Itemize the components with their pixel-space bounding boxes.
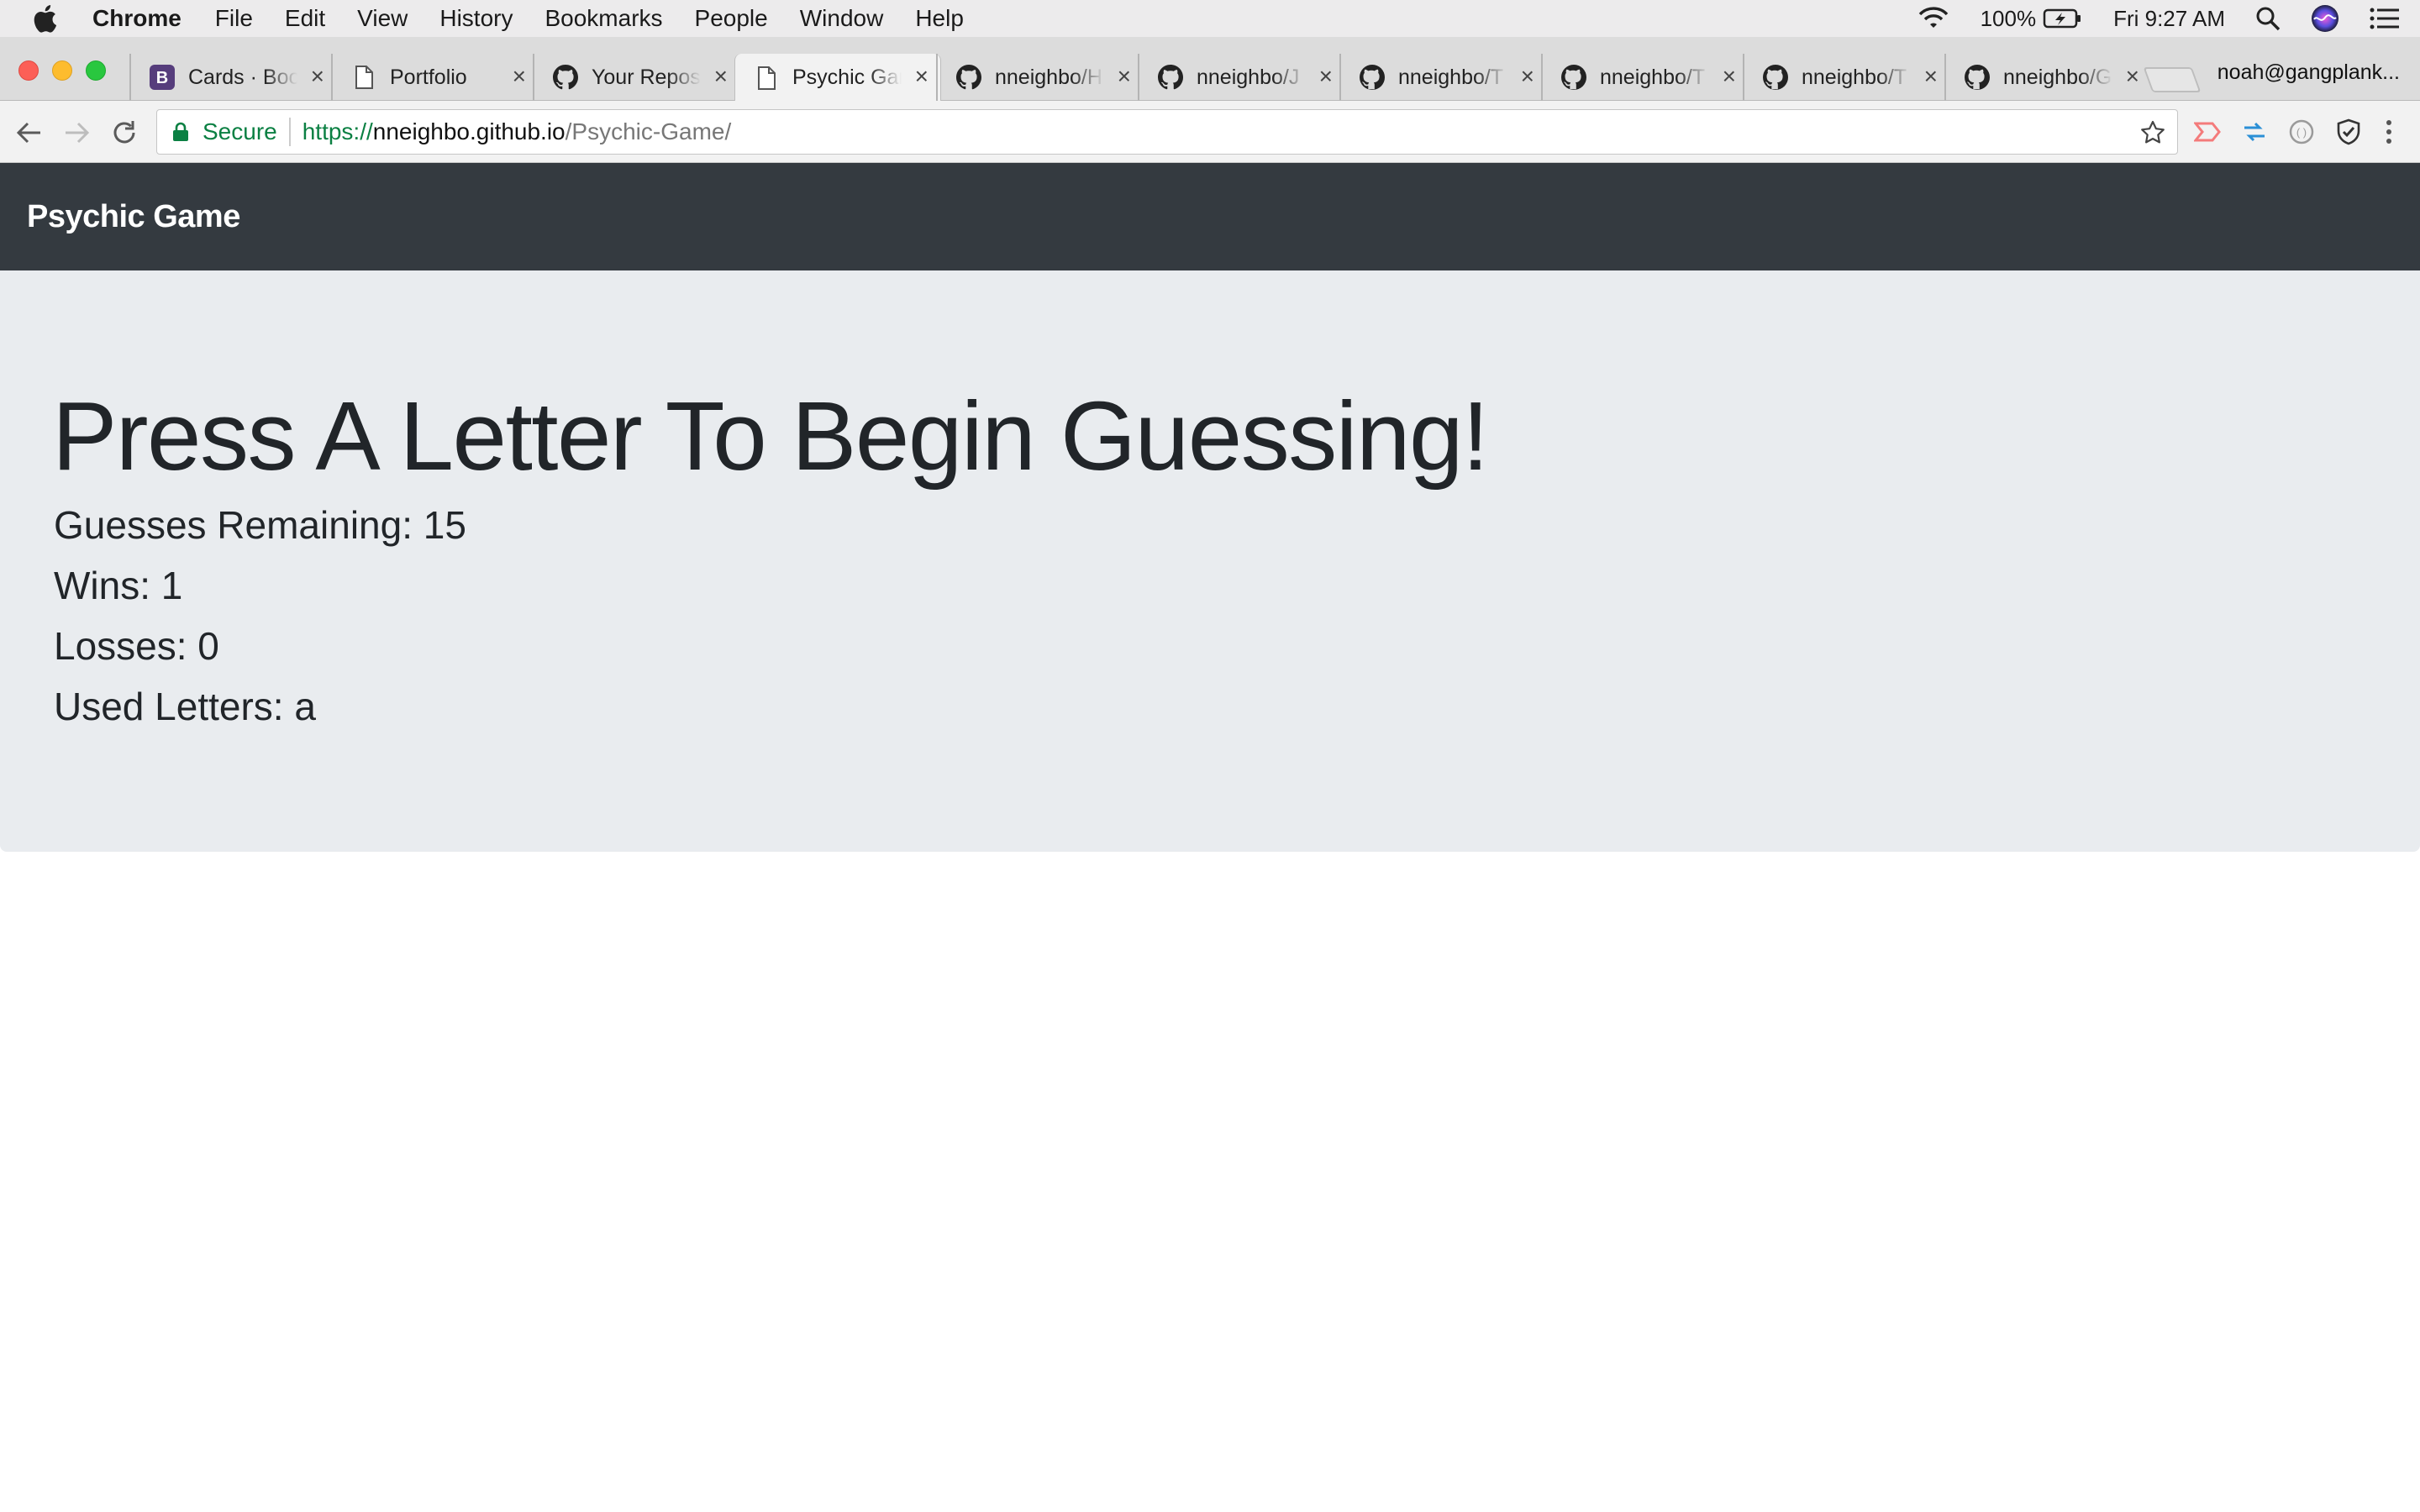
tab-close-icon[interactable]: × (1723, 64, 1736, 89)
omnibox-divider (288, 118, 291, 146)
menu-help[interactable]: Help (915, 5, 964, 32)
menu-window[interactable]: Window (800, 5, 884, 32)
tab-cards-bootstrap[interactable]: B Cards · Boo × (129, 54, 336, 101)
back-arrow-icon[interactable] (13, 118, 44, 148)
extension-shield-icon[interactable] (2334, 118, 2363, 146)
menu-clock[interactable]: Fri 9:27 AM (2113, 6, 2225, 32)
tab-psychic-game-active[interactable]: Psychic Gar × (734, 54, 941, 102)
extension-circle-icon[interactable]: ( ) (2287, 118, 2316, 146)
github-icon (1158, 65, 1183, 90)
profile-button[interactable]: noah@gangplank... (2217, 60, 2400, 85)
tab-title: nneighbo/H (995, 65, 1102, 89)
menu-app-chrome[interactable]: Chrome (92, 5, 182, 32)
forward-arrow-icon[interactable] (62, 118, 92, 148)
chrome-menu-icon[interactable] (2375, 118, 2403, 146)
tab-close-icon[interactable]: × (1924, 64, 1938, 89)
tab-close-icon[interactable]: × (915, 64, 929, 89)
page-icon (754, 66, 779, 91)
tab-close-icon[interactable]: × (1118, 64, 1131, 89)
tab-title: nneighbo/T (1802, 65, 1907, 89)
svg-text:B: B (156, 69, 168, 87)
tab-github-repo[interactable]: nneighbo/T × (1743, 54, 1949, 101)
menu-people[interactable]: People (695, 5, 768, 32)
secure-label[interactable]: Secure (203, 118, 277, 145)
menu-history[interactable]: History (439, 5, 513, 32)
tab-close-icon[interactable]: × (714, 64, 728, 89)
guesses-remaining-text: Guesses Remaining: 15 (54, 503, 466, 547)
window-controls (18, 60, 119, 81)
svg-text:( ): ( ) (2296, 126, 2307, 139)
tab-title: nneighbo/J (1197, 65, 1300, 89)
menu-file[interactable]: File (215, 5, 253, 32)
window-zoom-button[interactable] (86, 60, 106, 81)
bootstrap-icon: B (150, 65, 175, 90)
page-headline: Press A Letter To Begin Guessing! (52, 381, 1489, 491)
tab-github-repo[interactable]: nneighbo/G × (1944, 54, 2151, 101)
tab-close-icon[interactable]: × (513, 64, 526, 89)
tab-title: Cards · Boo (188, 65, 297, 89)
tab-strip: B Cards · Boo × Portfolio × Your Repos ×… (0, 37, 2420, 102)
tab-title: nneighbo/G (2003, 65, 2112, 89)
wins-text: Wins: 1 (54, 564, 183, 607)
macos-menu-bar: Chrome File Edit View History Bookmarks … (0, 0, 2420, 37)
browser-toolbar: Secure https:// nneighbo.github.io /Psyc… (0, 101, 2420, 163)
new-tab-button[interactable] (2143, 67, 2202, 92)
battery-percent: 100% (1980, 5, 2037, 31)
battery-icon[interactable] (2043, 8, 2083, 29)
tab-title: Portfolio (390, 65, 467, 89)
github-icon (553, 65, 578, 90)
tab-close-icon[interactable]: × (2126, 64, 2139, 89)
url-path: /Psychic-Game/ (565, 118, 732, 144)
tab-your-repos[interactable]: Your Repos × (533, 54, 739, 101)
github-icon (1965, 65, 1990, 90)
menu-bookmarks[interactable]: Bookmarks (544, 5, 662, 32)
tab-title: nneighbo/T (1398, 65, 1504, 89)
siri-icon[interactable] (2311, 4, 2339, 33)
menu-view[interactable]: View (357, 5, 408, 32)
tab-close-icon[interactable]: × (1521, 64, 1534, 89)
extension-cast-icon[interactable] (2193, 118, 2222, 146)
site-navbar: Psychic Game (0, 163, 2420, 270)
url-scheme: https:// (302, 118, 373, 144)
jumbotron: Press A Letter To Begin Guessing! Guesse… (0, 270, 2420, 852)
url-host: nneighbo.github.io (372, 118, 566, 144)
tab-title: Psychic Gar (792, 66, 902, 89)
notification-center-icon[interactable] (2370, 8, 2400, 29)
apple-icon[interactable] (32, 3, 60, 34)
tab-title: Your Repos (592, 65, 701, 89)
tab-github-repo[interactable]: nneighbo/J × (1138, 54, 1344, 101)
spotlight-icon[interactable] (2255, 6, 2281, 31)
tab-close-icon[interactable]: × (1319, 64, 1333, 89)
reload-icon[interactable] (109, 118, 139, 148)
github-icon (1763, 65, 1788, 90)
tab-close-icon[interactable]: × (311, 64, 324, 89)
tab-github-repo[interactable]: nneighbo/T × (1339, 54, 1546, 101)
menu-edit[interactable]: Edit (285, 5, 325, 32)
extension-sync-icon[interactable] (2240, 118, 2269, 146)
github-icon (1561, 65, 1586, 90)
github-icon (956, 65, 981, 90)
bookmark-star-icon[interactable] (2140, 120, 2165, 145)
losses-text: Losses: 0 (54, 624, 219, 668)
page-icon (351, 65, 376, 90)
window-minimize-button[interactable] (52, 60, 72, 81)
tab-github-repo[interactable]: nneighbo/T × (1541, 54, 1748, 101)
used-letters-text: Used Letters: a (54, 685, 316, 728)
tab-github-repo[interactable]: nneighbo/H × (936, 54, 1143, 101)
window-close-button[interactable] (18, 60, 39, 81)
github-icon (1360, 65, 1385, 90)
lock-icon[interactable] (172, 121, 191, 143)
address-bar[interactable]: Secure https:// nneighbo.github.io /Psyc… (156, 109, 2178, 155)
navbar-brand[interactable]: Psychic Game (27, 199, 240, 235)
tab-portfolio[interactable]: Portfolio × (331, 54, 538, 101)
tab-title: nneighbo/T (1600, 65, 1706, 89)
wifi-icon[interactable] (1917, 6, 1950, 31)
